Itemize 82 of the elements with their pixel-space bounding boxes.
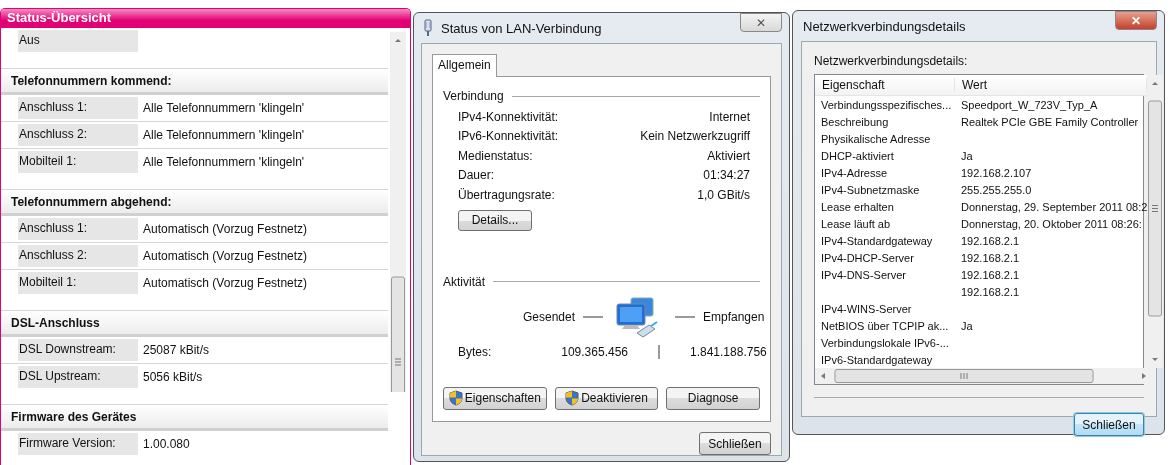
field-label: Firmware Version: bbox=[18, 433, 138, 455]
field-label: IPv4-Konnektivität: bbox=[458, 109, 559, 124]
table-cell-text: Donnerstag, 29. September 2011 08:2 bbox=[960, 200, 1148, 213]
field-value: Alle Telefonnummern 'klingeln' bbox=[142, 128, 305, 142]
table-cell-text: 192.168.2.1 bbox=[960, 251, 1021, 264]
table-cell-text: Verbindungslokale IPv6-... bbox=[820, 336, 950, 349]
field-value: 1.00.080 bbox=[142, 437, 190, 451]
table-cell-text: 192.168.2.107 bbox=[960, 166, 1033, 179]
table-cell-text: Ja bbox=[960, 149, 974, 162]
table-cell-text: IPv6-Standardgateway bbox=[820, 353, 934, 366]
network-adapter-icon bbox=[421, 19, 435, 37]
action-button[interactable]: Deaktivieren bbox=[554, 386, 659, 410]
bytes-received: 1.841.188.756 bbox=[690, 344, 768, 359]
field-label: Anschluss 1: bbox=[18, 97, 138, 119]
connector-line bbox=[583, 315, 603, 318]
field-value: 5056 kBit/s bbox=[142, 370, 203, 384]
field-value: Aktiviert bbox=[707, 148, 750, 163]
table-cell-text: 255.255.255.0 bbox=[960, 183, 1033, 196]
group-heading: Verbindung bbox=[443, 89, 760, 103]
shield-icon bbox=[565, 390, 580, 406]
table-cell-text: NetBIOS über TCPIP ak... bbox=[820, 319, 950, 332]
field-label: Mobilteil 1: bbox=[18, 272, 138, 294]
table-cell-text: 192.168.2.1 bbox=[960, 268, 1021, 281]
field-value: Internet bbox=[709, 109, 750, 124]
field-label: Mobilteil 1: bbox=[18, 151, 138, 173]
close-dialog-button[interactable]: Schließen bbox=[699, 432, 771, 455]
field-label: Bytes: bbox=[458, 344, 493, 359]
list-caption: Netzwerkverbindungsdetails: bbox=[814, 54, 969, 68]
field-value: 25087 kBit/s bbox=[142, 343, 210, 357]
received-label: Empfangen bbox=[703, 309, 765, 324]
field-value: 1,0 GBit/s bbox=[697, 187, 750, 202]
column-header[interactable]: Eigenschaft bbox=[815, 78, 955, 92]
table-cell-text: IPv4-Subnetzmaske bbox=[820, 183, 921, 196]
field-value: Alle Telefonnummern 'klingeln' bbox=[142, 101, 305, 115]
field-label: Übertragungsrate: bbox=[458, 187, 555, 202]
table-cell-text: IPv4-DNS-Server bbox=[820, 268, 907, 281]
bytes-sent: 109.365.456 bbox=[561, 344, 628, 359]
group-heading: Aktivität bbox=[443, 274, 760, 289]
table-cell-text: Realtek PCIe GBE Family Controller bbox=[960, 115, 1140, 128]
field-value: Automatisch (Vorzug Festnetz) bbox=[142, 222, 308, 236]
action-button[interactable]: Eigenschaften bbox=[443, 386, 547, 410]
field-value: 01:34:27 bbox=[703, 168, 750, 183]
table-cell-text: IPv4-WINS-Server bbox=[820, 302, 913, 315]
table-cell-text: Donnerstag, 20. Oktober 2011 08:26: bbox=[960, 217, 1143, 230]
table-cell-text: Speedport_W_723V_Typ_A bbox=[960, 98, 1099, 111]
field-value: Automatisch (Vorzug Festnetz) bbox=[142, 249, 308, 263]
field-label: DSL Downstream: bbox=[18, 339, 138, 361]
field-label: Medienstatus: bbox=[458, 148, 533, 163]
window-title: Netzwerkverbindungsdetails bbox=[802, 18, 967, 34]
table-cell-text: DHCP-aktiviert bbox=[820, 149, 895, 162]
sent-label: Gesendet bbox=[522, 309, 575, 324]
close-dialog-button[interactable]: Schließen bbox=[1074, 413, 1144, 436]
field-label: Anschluss 2: bbox=[18, 245, 138, 267]
field-value: Kein Netzwerkzugriff bbox=[640, 129, 750, 144]
table-cell-text: Lease erhalten bbox=[820, 200, 895, 213]
table-cell-text: Ja bbox=[960, 319, 974, 332]
table-cell-text: IPv4-DHCP-Server bbox=[820, 251, 915, 264]
shield-icon bbox=[448, 390, 463, 406]
tab[interactable]: Allgemein bbox=[432, 54, 497, 77]
field-value: Automatisch (Vorzug Festnetz) bbox=[142, 276, 308, 290]
table-cell-text: Lease läuft ab bbox=[820, 217, 892, 230]
table-cell-text: 192.168.2.1 bbox=[960, 285, 1021, 298]
table-cell-text: Beschreibung bbox=[820, 115, 890, 128]
panel-title: Status-Übersicht bbox=[1, 9, 410, 28]
table-cell-text: IPv4-Adresse bbox=[820, 166, 889, 179]
window-title: Status von LAN-Verbindung bbox=[441, 20, 603, 36]
divider-line bbox=[658, 344, 660, 359]
close-button[interactable]: ✕ bbox=[740, 13, 782, 32]
field-label: Anschluss 2: bbox=[18, 124, 138, 146]
connector-line bbox=[675, 315, 695, 318]
field-label: Aus bbox=[18, 30, 138, 52]
details-button[interactable]: Details... bbox=[458, 209, 532, 231]
table-cell-text: Verbindungsspezifisches... bbox=[820, 98, 953, 111]
field-label: Dauer: bbox=[458, 168, 495, 183]
table-cell-text: IPv4-Standardgateway bbox=[820, 234, 934, 247]
field-label: Anschluss 1: bbox=[18, 218, 138, 240]
table-cell-text: 192.168.2.1 bbox=[960, 234, 1021, 247]
table-cell-text: Physikalische Adresse bbox=[820, 132, 932, 145]
field-label: DSL Upstream: bbox=[18, 366, 138, 388]
action-button[interactable]: Diagnose bbox=[666, 386, 760, 410]
field-value: Alle Telefonnummern 'klingeln' bbox=[142, 155, 305, 169]
field-label: IPv6-Konnektivität: bbox=[458, 129, 559, 144]
